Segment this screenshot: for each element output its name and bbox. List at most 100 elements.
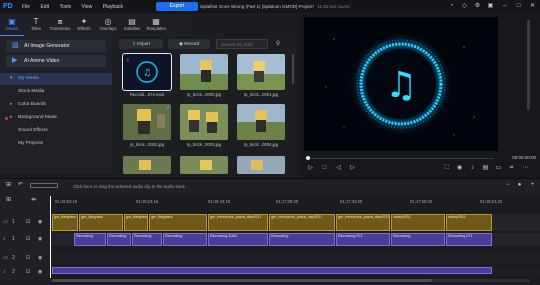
import-button[interactable]: ⇩ Import [119,39,163,49]
play-icon[interactable]: ▷ [306,164,315,173]
eye-icon[interactable]: ◉ [38,219,42,225]
tab-templates[interactable]: ▦ Templates [144,14,168,36]
track-number: 1 [12,219,15,225]
video-clip[interactable]: valley0011 [391,214,445,231]
video-clip[interactable]: gm_intrepsnik_plaza_day0011 [336,214,390,231]
video-clip[interactable]: valley0011 [446,214,492,231]
video-clip[interactable]: gm_flatgrass [124,214,148,231]
lock-icon[interactable]: ⊡ [26,236,30,242]
maximize-icon[interactable]: □ [514,2,523,11]
ai-image-generator-button[interactable]: ▨ AI Image Generator [6,40,106,52]
audio-track-2[interactable] [50,266,540,275]
add-track-icon[interactable]: ⊞ [4,196,13,205]
minimize-icon[interactable]: – [500,2,509,11]
menu-playback[interactable]: Playback [103,4,123,10]
sidebar-item-sound-effects[interactable]: Sound Effects [0,125,112,137]
layout-icon[interactable]: ▣ [486,2,495,11]
snapshot-icon[interactable]: ◉ [455,164,464,173]
media-search-input[interactable]: Search my med [216,39,268,49]
link-icon[interactable]: ⇹ [29,196,38,205]
media-item-image[interactable]: ✔ [180,54,228,90]
record-button[interactable]: ◉ Record [168,39,210,49]
media-item-image[interactable]: ✔ [180,156,228,174]
tab-media[interactable]: ▣ Media [0,14,24,36]
audio-track-1[interactable]: Recording Recording Recording Recording … [50,233,540,246]
bell-icon[interactable]: ◇ [460,2,469,11]
lock-icon[interactable]: ⊡ [26,269,30,275]
mute-icon[interactable]: ◉ [38,236,42,242]
undo-icon[interactable]: ↶ [16,181,25,190]
sidebar-item-stock-media[interactable]: Stock Media [0,86,112,98]
media-item-image[interactable]: ✔ [237,156,285,174]
more-icon[interactable]: ⋯ [521,164,530,173]
stop-icon[interactable]: □ [320,164,329,173]
media-item-image[interactable]: ✔ [123,104,171,140]
next-frame-icon[interactable]: ▷ [348,164,357,173]
audio-clip[interactable]: Recording [107,233,131,246]
split-tool[interactable] [30,183,58,188]
sidebar-item-background-music[interactable]: ▸ Background Music [0,112,112,124]
zoom-slider-icon[interactable]: ● [515,181,524,190]
tab-transitions[interactable]: ⧈ Transitions [48,14,72,36]
audio-clip[interactable] [52,267,492,274]
ai-anime-video-button[interactable]: ▶ AI Anime Video [6,55,106,67]
timeline-scrollbar-thumb[interactable] [52,279,432,282]
tab-titles[interactable]: T Titles [24,14,48,36]
menu-file[interactable]: File [22,4,30,10]
media-item-image[interactable] [123,156,171,174]
audio-clip[interactable]: Recording 071 [336,233,390,246]
ratio-icon[interactable]: ▭ [494,164,503,173]
menu-edit[interactable]: Edit [40,4,49,10]
media-item-image[interactable]: ✔ [180,104,228,140]
video-clip[interactable]: gm_flatgrass [79,214,123,231]
fullscreen-icon[interactable]: ⛶ [442,164,451,173]
video-clip[interactable]: gm_intrepsnik_plaza_day0011 [208,214,268,231]
playhead[interactable] [50,196,51,278]
audio-clip[interactable]: Recording [132,233,162,246]
audio-clip[interactable]: Recording [391,233,445,246]
crop-icon[interactable]: ⌗ [507,164,516,173]
preview-scrollbar[interactable] [527,20,530,110]
account-icon[interactable]: ◔ [447,2,456,11]
mute-icon[interactable]: ◉ [38,269,42,275]
lock-icon[interactable]: ⊡ [26,255,30,261]
video-clip[interactable]: gm_intrepsnik_plaza_day0011 [269,214,335,231]
sidebar-item-color-boards[interactable]: ▸ Color Boards [0,99,112,111]
video-clip[interactable]: gm_flatgrass [149,214,207,231]
volume-icon[interactable]: ♪ [468,164,477,173]
export-button[interactable]: Export [156,2,198,11]
grid-icon[interactable]: ⊞ [4,181,13,190]
tab-subtitles[interactable]: ▤ Subtitles [120,14,144,36]
quality-icon[interactable]: ▤ [481,164,490,173]
menu-view[interactable]: View [82,4,93,10]
zoom-in-icon[interactable]: + [528,181,537,190]
media-item-image[interactable]: ✔ [237,104,285,140]
sidebar-item-my-projects[interactable]: My Projects [0,138,112,150]
video-track-1[interactable]: gm_flatgrass gm_flatgrass gm_flatgrass g… [50,214,540,231]
close-icon[interactable]: ✕ [528,2,537,11]
image-thumbnail [180,104,228,140]
audio-clip[interactable]: Recording [269,233,335,246]
media-scrollbar[interactable] [292,54,294,84]
tab-effects[interactable]: ✦ Effects [72,14,96,36]
video-clip[interactable]: gm_flatgrass [52,214,78,231]
filter-icon[interactable]: ⚲ [273,39,283,49]
menu-tools[interactable]: Tools [59,4,71,10]
media-item-audio[interactable]: ♫ ♫ [122,53,172,91]
video-track-2[interactable] [50,251,540,263]
eye-icon[interactable]: ◉ [38,255,42,261]
sidebar-item-my-media[interactable]: ▾ My Media [0,73,112,85]
lock-icon[interactable]: ⊡ [26,219,30,225]
audio-clip[interactable]: Recording [74,233,106,246]
prev-frame-icon[interactable]: ◁ [334,164,343,173]
audio-clip[interactable]: Recording 1084 [208,233,268,246]
playback-knob[interactable] [306,156,310,160]
tab-overlays[interactable]: ◎ Overlays [96,14,120,36]
zoom-out-icon[interactable]: − [503,181,512,190]
settings-icon[interactable]: ⚙ [473,2,482,11]
audio-clip[interactable]: Recording [163,233,207,246]
audio-clip[interactable]: Recording 071 [446,233,492,246]
timeline-ruler[interactable]: 01;15;54;16 01;16;19;18 01;16;44;18 01;1… [50,198,540,212]
playback-progress[interactable] [306,158,494,159]
media-item-image[interactable]: ✔ [237,54,285,90]
